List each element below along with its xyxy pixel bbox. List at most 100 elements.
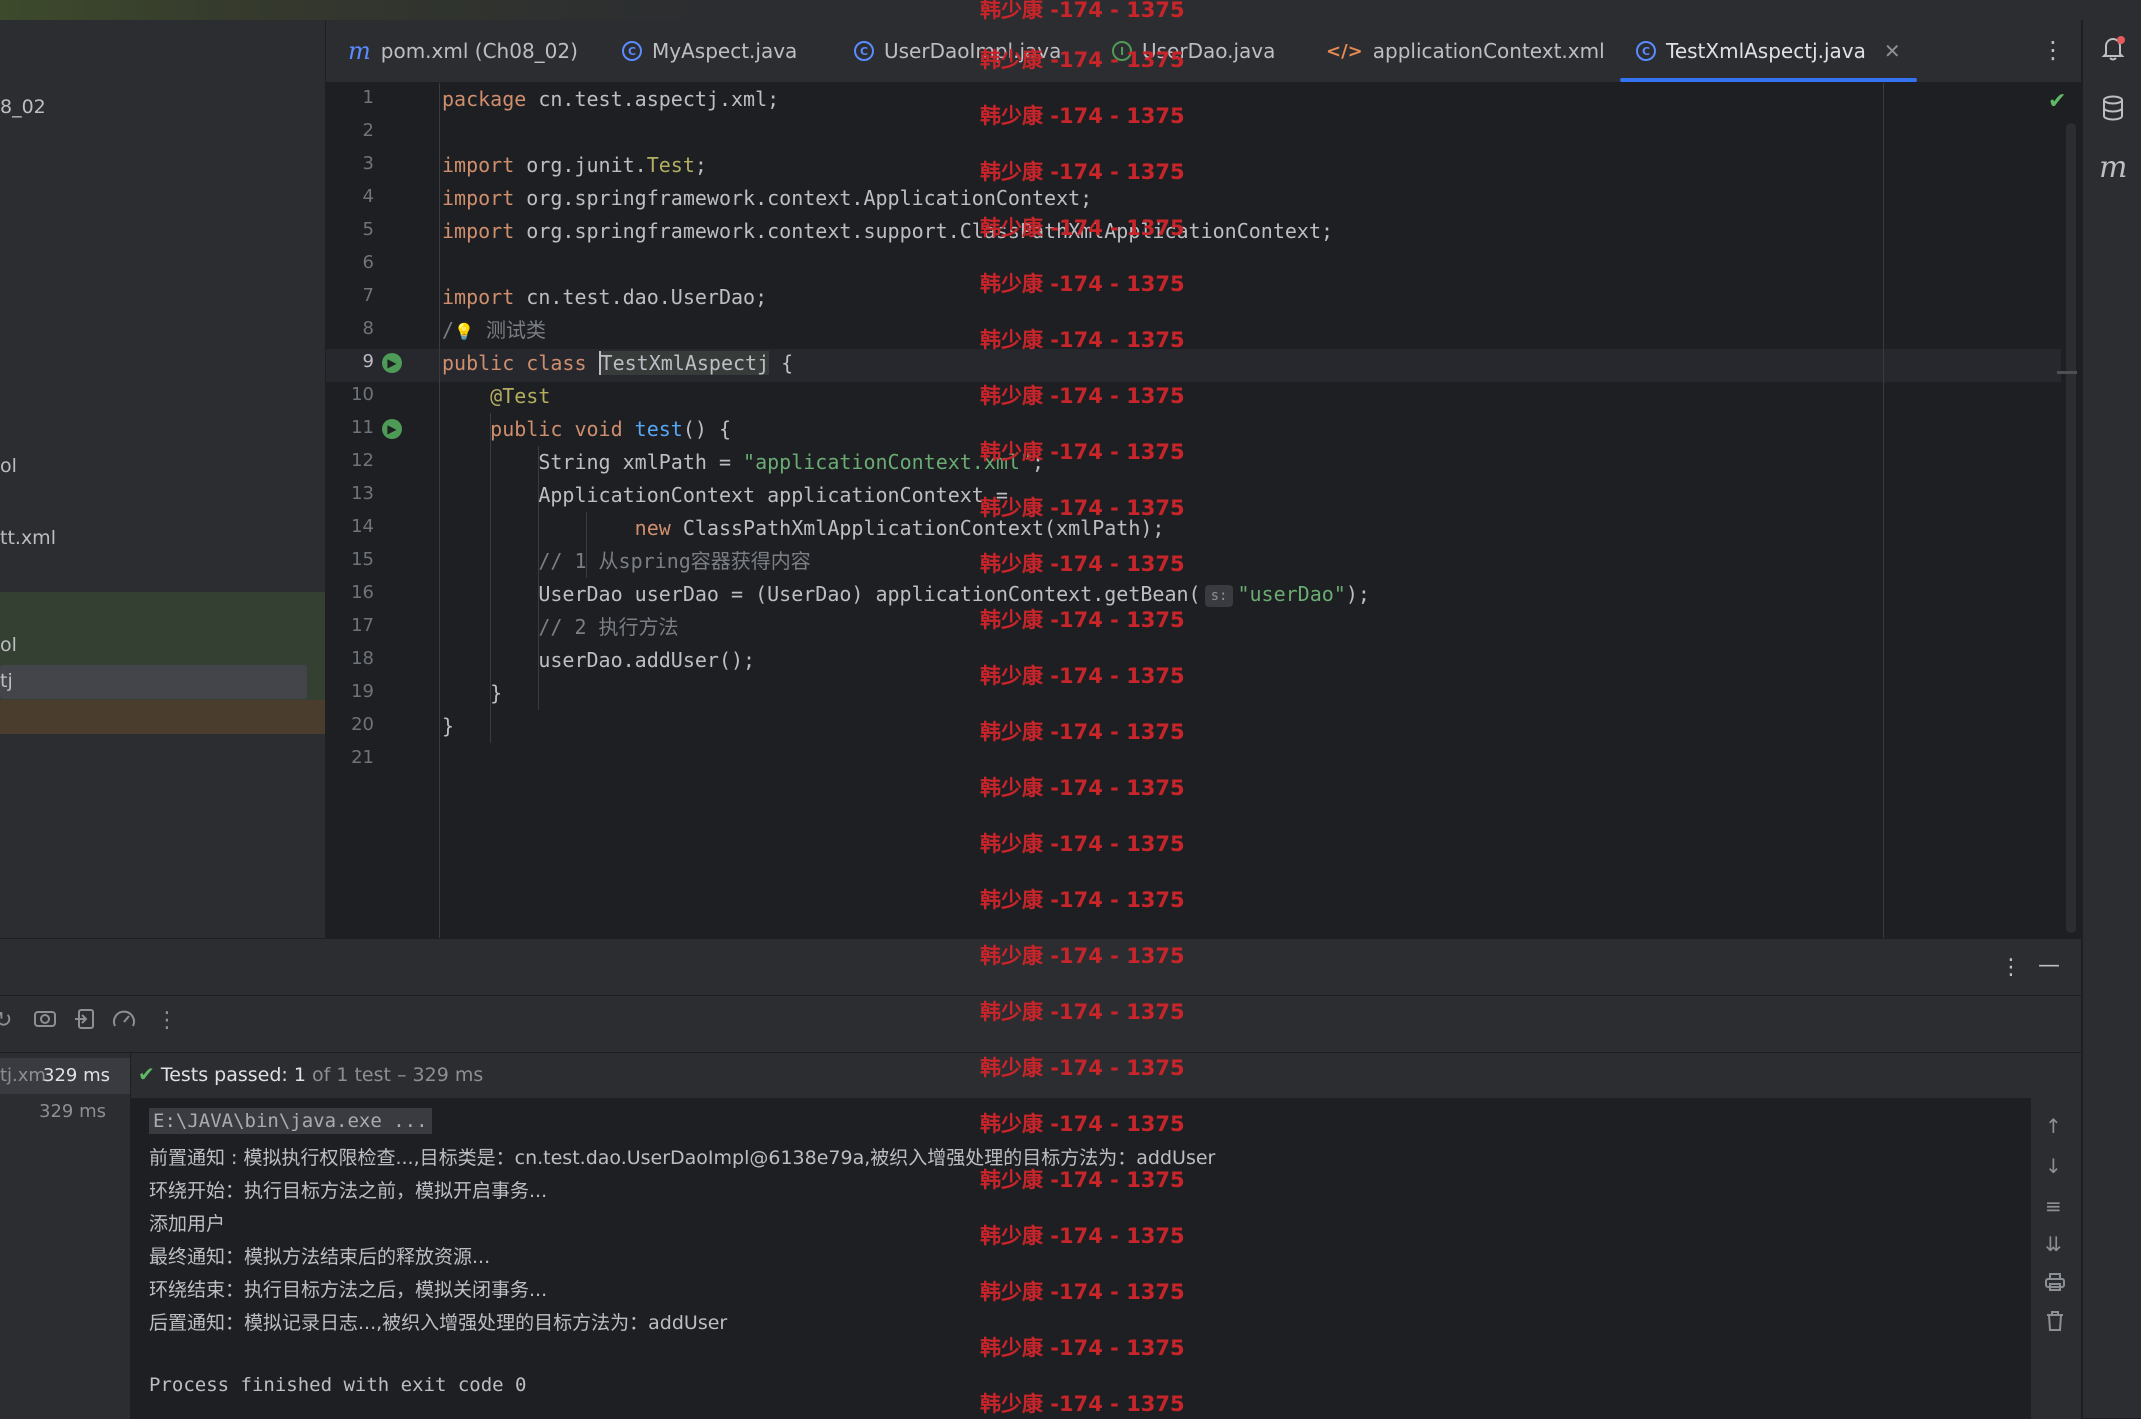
console-output[interactable]: E:\JAVA\bin\java.exe ... 前置通知 : 模拟执行权限检查… [131,1098,2031,1419]
right-tool-strip: m [2082,20,2141,1418]
line-number: 9 [362,351,374,372]
line-number: 8 [362,318,374,339]
soft-wrap-icon[interactable]: ≡ [2045,1194,2062,1218]
arrow-down-icon[interactable]: ↓ [2045,1154,2062,1178]
close-icon[interactable]: ✕ [1884,39,1901,63]
line-number: 11 [351,417,374,438]
project-tree-item[interactable]: ol [0,634,17,656]
print-icon[interactable] [2045,1272,2065,1297]
line-number: 19 [351,681,374,702]
editor-scrollbar[interactable] [2066,123,2076,933]
scroll-to-end-icon[interactable]: ⇊ [2045,1232,2062,1256]
code-line-16: UserDao userDao = (UserDao) applicationC… [538,582,1370,607]
watermark-text: 韩少康 -174 - 1375 [980,720,1185,744]
tab-testxmlaspectj[interactable]: C TestXmlAspectj.java ✕ [1620,20,1917,82]
code-line-20: } [442,714,455,738]
tab-myaspect[interactable]: C MyAspect.java [622,20,797,82]
trash-icon[interactable] [2045,1310,2065,1337]
project-tree-item-selected[interactable] [0,665,307,699]
test-status: ✔ Tests passed: 1 of 1 test – 329 ms [138,1062,484,1086]
console-toolbar: ↑ ↓ ≡ ⇊ [2031,1098,2081,1419]
tab-pom-xml[interactable]: m pom.xml (Ch08_02) [348,20,578,82]
line-number: 1 [362,87,374,108]
tab-applicationcontext[interactable]: </> applicationContext.xml [1326,20,1605,82]
watermark-text: 韩少康 -174 - 1375 [980,0,1185,22]
class-icon: C [854,41,874,61]
line-number: 20 [351,714,374,735]
coverage-icon[interactable] [112,1008,136,1036]
code-line-10: @Test [490,384,551,408]
scrollbar-caret-marker [2057,371,2077,374]
watermark-text: 韩少康 -174 - 1375 [980,1112,1185,1136]
tab-label: MyAspect.java [652,39,798,63]
screenshot-icon[interactable] [34,1008,56,1034]
arrow-up-icon[interactable]: ↑ [2045,1114,2062,1138]
intention-bulb-icon[interactable]: 💡 [454,322,474,341]
more-options-icon[interactable]: ⋮ [2000,955,2022,980]
code-line-11: public void test() { [490,417,732,441]
project-tree-item[interactable]: tt.xml [0,527,56,549]
test-tree-row[interactable]: 329 ms [0,1094,130,1130]
watermark-text: 韩少康 -174 - 1375 [980,1280,1185,1304]
line-number: 18 [351,648,374,669]
console-line: Process finished with exit code 0 [149,1374,527,1396]
test-tree: tj.xm 329 ms 329 ms [0,1052,131,1419]
success-check-icon: ✔ [138,1062,155,1086]
watermark-text: 韩少康 -174 - 1375 [980,104,1185,128]
code-editor[interactable]: 1 2 3 4 5 6 7 8 9 10 11 12 13 14 15 16 1… [326,83,2081,938]
code-line-13: ApplicationContext applicationContext = [538,483,1008,507]
run-test-method-icon[interactable]: ▶ [382,419,402,439]
line-number: 5 [362,219,374,240]
line-number: 17 [351,615,374,636]
maven-icon: m [348,37,371,65]
watermark-text: 韩少康 -174 - 1375 [980,216,1185,240]
code-line-1: package cn.test.aspectj.xml; [442,87,780,111]
project-sidebar: 8_02 ol tt.xml ol tj [0,20,326,938]
title-bar-background [0,0,700,20]
rerun-icon[interactable]: ↻ [0,1008,12,1033]
project-tree-item[interactable]: ol [0,455,17,477]
line-number: 3 [362,153,374,174]
project-tree-item[interactable]: tj [0,670,13,692]
line-number: 7 [362,285,374,306]
import-tests-icon[interactable] [74,1008,96,1036]
code-line-15: // 1 从spring容器获得内容 [538,549,811,573]
line-number: 10 [351,384,374,405]
tab-label: pom.xml (Ch08_02) [380,39,578,63]
tab-label: applicationContext.xml [1372,39,1605,63]
code-line-7: import cn.test.dao.UserDao; [442,285,768,309]
database-icon[interactable] [2099,94,2127,122]
code-line-17: // 2 执行方法 [538,615,679,639]
watermark-text: 韩少康 -174 - 1375 [980,440,1185,464]
maven-icon[interactable]: m [2099,150,2127,185]
test-tree-row-selected[interactable]: tj.xm 329 ms [0,1058,130,1094]
notifications-icon[interactable] [2099,34,2127,62]
project-tree-item[interactable]: 8_02 [0,96,46,118]
right-margin-guide [1883,83,1884,938]
console-line: 最终通知：模拟方法结束后的释放资源... [149,1246,491,1268]
watermark-text: 韩少康 -174 - 1375 [980,1336,1185,1360]
text-caret: TestXmlAspectj [598,351,770,375]
console-line: 后置通知：模拟记录日志...,被织入增强处理的目标方法为：addUser [149,1312,728,1334]
watermark-text: 韩少康 -174 - 1375 [980,664,1185,688]
code-line-5: import org.springframework.context.suppo… [442,219,1334,243]
console-line: E:\JAVA\bin\java.exe ... [149,1108,432,1134]
watermark-text: 韩少康 -174 - 1375 [980,160,1185,184]
class-icon: C [622,41,642,61]
watermark-text: 韩少康 -174 - 1375 [980,1168,1185,1192]
watermark-text: 韩少康 -174 - 1375 [980,384,1185,408]
line-number: 15 [351,549,374,570]
more-tabs-icon[interactable]: ⋮ [2041,36,2065,64]
line-number: 12 [351,450,374,471]
class-icon: C [1636,41,1656,61]
no-problems-check-icon[interactable]: ✔ [2048,89,2066,114]
tab-label: TestXmlAspectj.java [1666,39,1866,63]
watermark-text: 韩少康 -174 - 1375 [980,776,1185,800]
line-number: 2 [362,120,374,141]
run-test-class-icon[interactable]: ▶ [382,353,402,373]
code-line-19: } [490,681,503,705]
more-actions-icon[interactable]: ⋮ [156,1008,178,1033]
watermark-text: 韩少康 -174 - 1375 [980,552,1185,576]
watermark-text: 韩少康 -174 - 1375 [980,1056,1185,1080]
minimize-icon[interactable]: — [2038,953,2060,978]
